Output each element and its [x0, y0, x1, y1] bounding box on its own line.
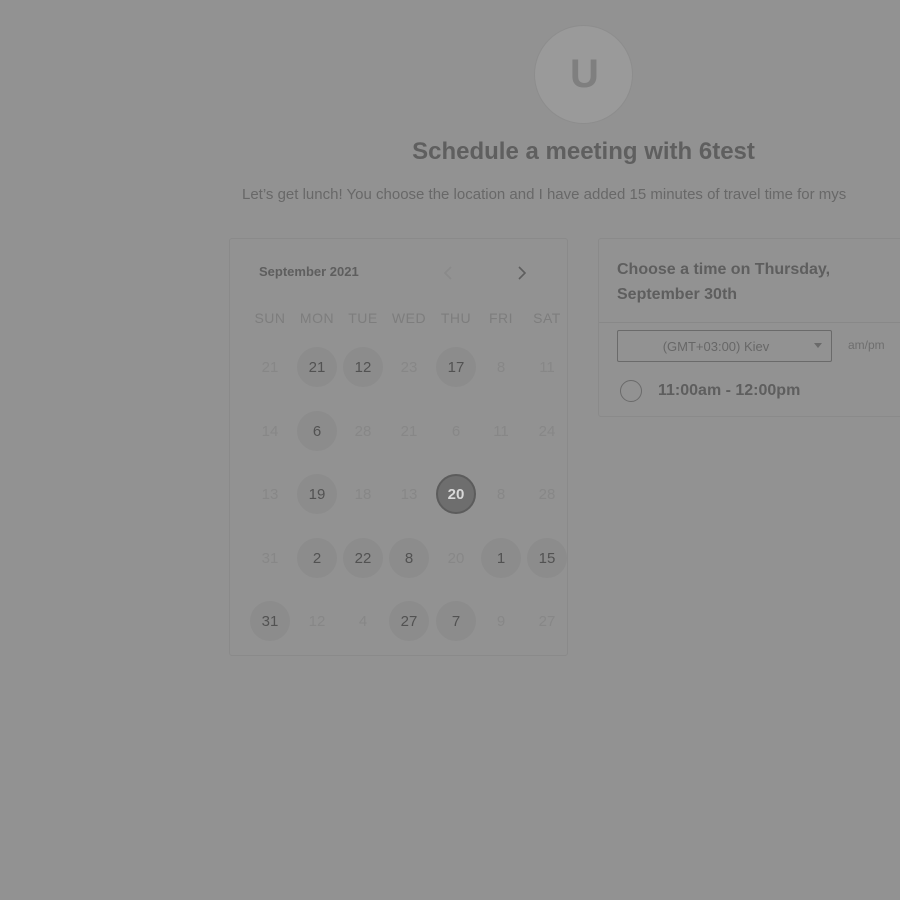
user-avatar: U: [534, 25, 633, 124]
weekday-label: WED: [391, 310, 427, 326]
unavailable-day: 21: [400, 422, 418, 440]
available-day[interactable]: 2: [297, 538, 337, 578]
weekday-label: FRI: [488, 310, 514, 326]
available-day[interactable]: 21: [297, 347, 337, 387]
date-calendar: September 2021 SUN MON TUE WED THU FRI SAT 21 2…: [229, 238, 568, 656]
weekday-label: TUE: [348, 310, 378, 326]
time-slot-label: 11:00am - 12:00pm: [658, 382, 801, 399]
time-format-toggle[interactable]: am/pm: [848, 338, 885, 352]
timezone-value: (GMT+03:00) Kiev: [662, 338, 770, 354]
divider: [599, 322, 900, 323]
selected-day[interactable]: 20: [436, 474, 476, 514]
unavailable-day: 6: [451, 422, 461, 440]
caret-down-icon: [814, 343, 822, 348]
unavailable-day: 12: [308, 612, 326, 630]
avatar-initial: U: [570, 52, 599, 96]
weekday-label: MON: [299, 310, 335, 326]
unavailable-day: 23: [400, 358, 418, 376]
chevron-right-icon: [518, 266, 527, 280]
meeting-description: Let’s get lunch! You choose the location…: [242, 186, 847, 203]
unavailable-day: 31: [261, 549, 279, 567]
time-selection-panel: Choose a time on Thursday, September 30t…: [598, 238, 900, 417]
weekday-label: SUN: [254, 310, 286, 326]
available-day[interactable]: 31: [250, 601, 290, 641]
unavailable-day: 4: [358, 612, 368, 630]
unavailable-day: 28: [354, 422, 372, 440]
available-day[interactable]: 22: [343, 538, 383, 578]
unavailable-day: 20: [447, 549, 465, 567]
next-month-button[interactable]: [511, 261, 533, 285]
weekday-label: THU: [440, 310, 472, 326]
available-day[interactable]: 12: [343, 347, 383, 387]
unavailable-day: 13: [400, 485, 418, 503]
unavailable-day: 11: [539, 358, 555, 376]
unavailable-day: 14: [261, 422, 279, 440]
page-title: Schedule a meeting with 6test: [412, 138, 755, 165]
time-panel-heading: Choose a time on Thursday, September 30t…: [617, 261, 831, 303]
available-day[interactable]: 27: [389, 601, 429, 641]
available-day[interactable]: 6: [297, 411, 337, 451]
unavailable-day: 27: [538, 612, 556, 630]
unavailable-day: 18: [354, 485, 372, 503]
time-slot-option[interactable]: 11:00am - 12:00pm: [620, 380, 800, 402]
available-day[interactable]: 19: [297, 474, 337, 514]
unavailable-day: 13: [261, 485, 279, 503]
chevron-left-icon: [443, 266, 452, 280]
unavailable-day: 8: [496, 485, 506, 503]
previous-month-button[interactable]: [437, 261, 459, 285]
unavailable-day: 21: [261, 358, 279, 376]
weekday-label: SAT: [533, 310, 561, 326]
radio-button[interactable]: [620, 380, 642, 402]
available-day[interactable]: 8: [389, 538, 429, 578]
unavailable-day: 9: [496, 612, 506, 630]
calendar-month-label: September 2021: [259, 264, 359, 279]
timezone-select[interactable]: (GMT+03:00) Kiev: [617, 330, 832, 362]
available-day[interactable]: 15: [527, 538, 567, 578]
unavailable-day: 8: [496, 358, 506, 376]
booking-page: U Schedule a meeting with 6test Let’s ge…: [0, 0, 900, 900]
unavailable-day: 11: [493, 422, 509, 440]
unavailable-day: 24: [538, 422, 556, 440]
unavailable-day: 28: [538, 485, 556, 503]
available-day[interactable]: 7: [436, 601, 476, 641]
available-day[interactable]: 17: [436, 347, 476, 387]
available-day[interactable]: 1: [481, 538, 521, 578]
